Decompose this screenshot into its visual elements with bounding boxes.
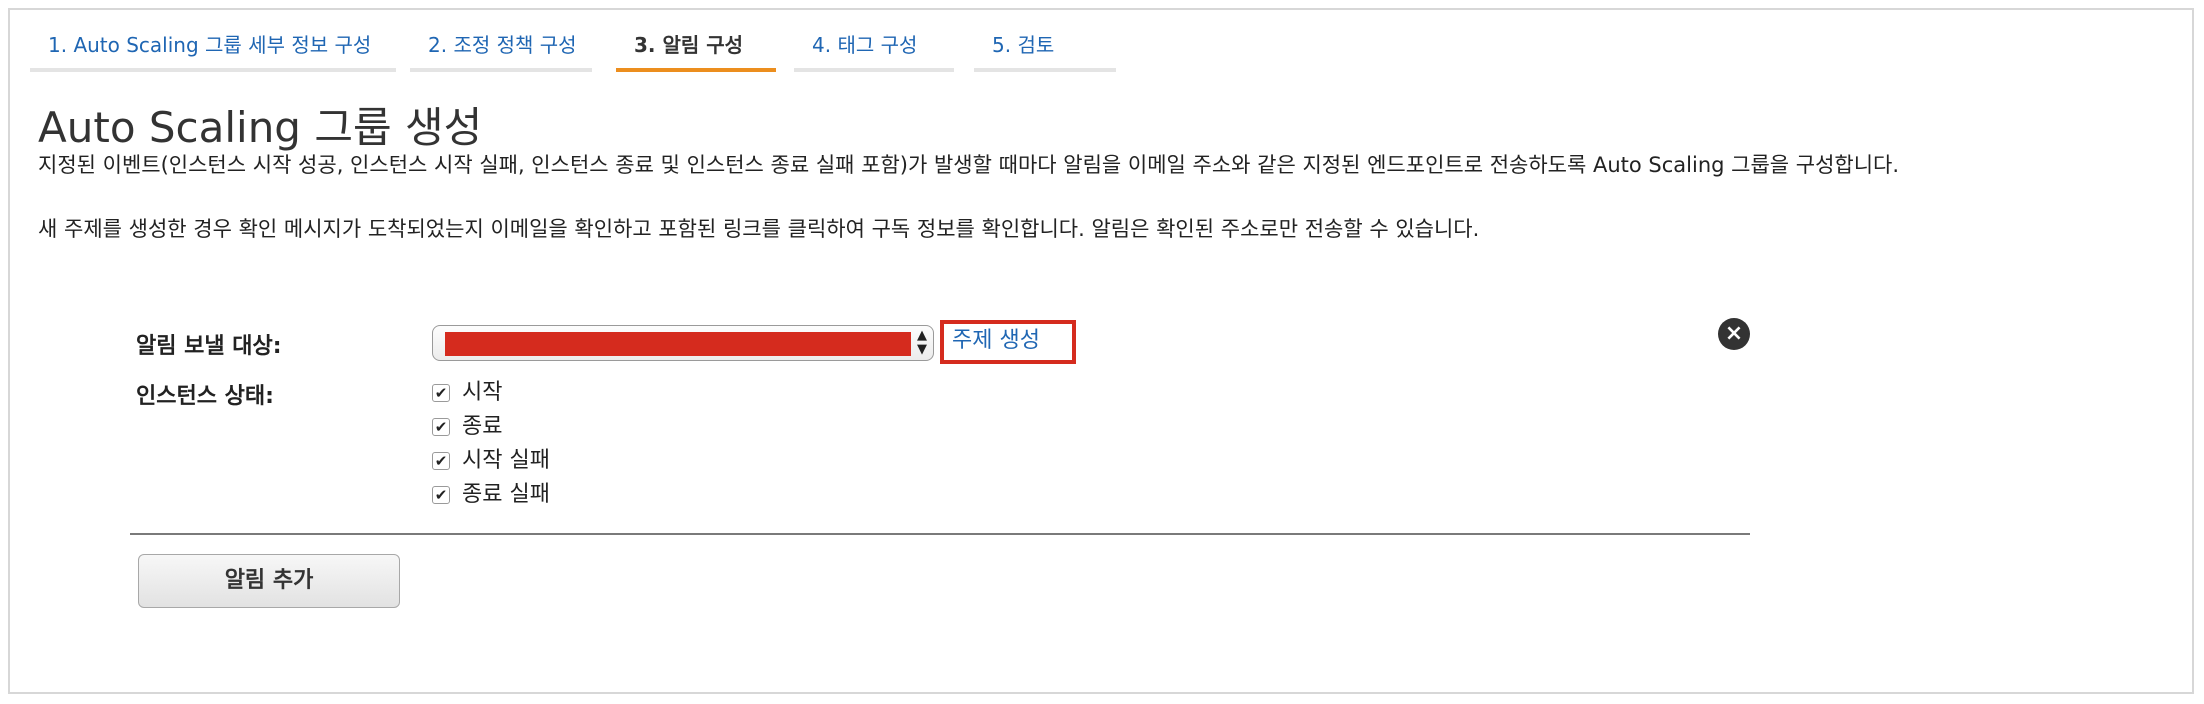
step-4-tab[interactable]: 4. 태그 구성 — [794, 24, 954, 72]
step-5-tab[interactable]: 5. 검토 — [974, 24, 1116, 72]
step-1-tab[interactable]: 1. Auto Scaling 그룹 세부 정보 구성 — [30, 24, 396, 72]
send-to-label: 알림 보낼 대상: — [136, 334, 282, 359]
page-description: 지정된 이벤트(인스턴스 시작 성공, 인스턴스 시작 실패, 인스턴스 종료 … — [38, 153, 1900, 177]
checkbox-terminate-fail[interactable]: ✔ — [432, 486, 450, 504]
up-down-arrows-icon: ▲ ▼ — [917, 328, 927, 357]
topic-select[interactable]: ▲ ▼ — [432, 325, 934, 361]
close-circle-icon[interactable]: × — [1718, 318, 1750, 350]
state-terminate-label: 종료 — [462, 414, 503, 439]
checkbox-launch[interactable]: ✔ — [432, 384, 450, 402]
step-2-tab[interactable]: 2. 조정 정책 구성 — [410, 24, 592, 72]
step-2-label: 2. 조정 정책 구성 — [428, 33, 577, 57]
add-notification-button[interactable]: 알림 추가 — [138, 554, 400, 608]
step-5-label: 5. 검토 — [992, 33, 1055, 57]
page-title: Auto Scaling 그룹 생성 — [38, 103, 483, 152]
state-terminate-fail-label: 종료 실패 — [462, 482, 550, 507]
checkbox-terminate[interactable]: ✔ — [432, 418, 450, 436]
checkbox-launch-fail[interactable]: ✔ — [432, 452, 450, 470]
redacted-value — [445, 332, 911, 356]
step-3-tab[interactable]: 3. 알림 구성 — [616, 24, 776, 72]
create-topic-link[interactable]: 주제 생성 — [940, 320, 1076, 364]
instance-state-label: 인스턴스 상태: — [136, 384, 274, 409]
state-launch-fail-label: 시작 실패 — [462, 448, 550, 473]
state-launch-label: 시작 — [462, 380, 503, 405]
step-4-label: 4. 태그 구성 — [812, 33, 918, 57]
step-3-label: 3. 알림 구성 — [634, 33, 744, 57]
step-1-label: 1. Auto Scaling 그룹 세부 정보 구성 — [48, 33, 372, 57]
wizard-frame: 1. Auto Scaling 그룹 세부 정보 구성 2. 조정 정책 구성 … — [8, 8, 2194, 694]
divider — [130, 533, 1750, 535]
page-note: 새 주제를 생성한 경우 확인 메시지가 도착되었는지 이메일을 확인하고 포함… — [38, 217, 1480, 241]
